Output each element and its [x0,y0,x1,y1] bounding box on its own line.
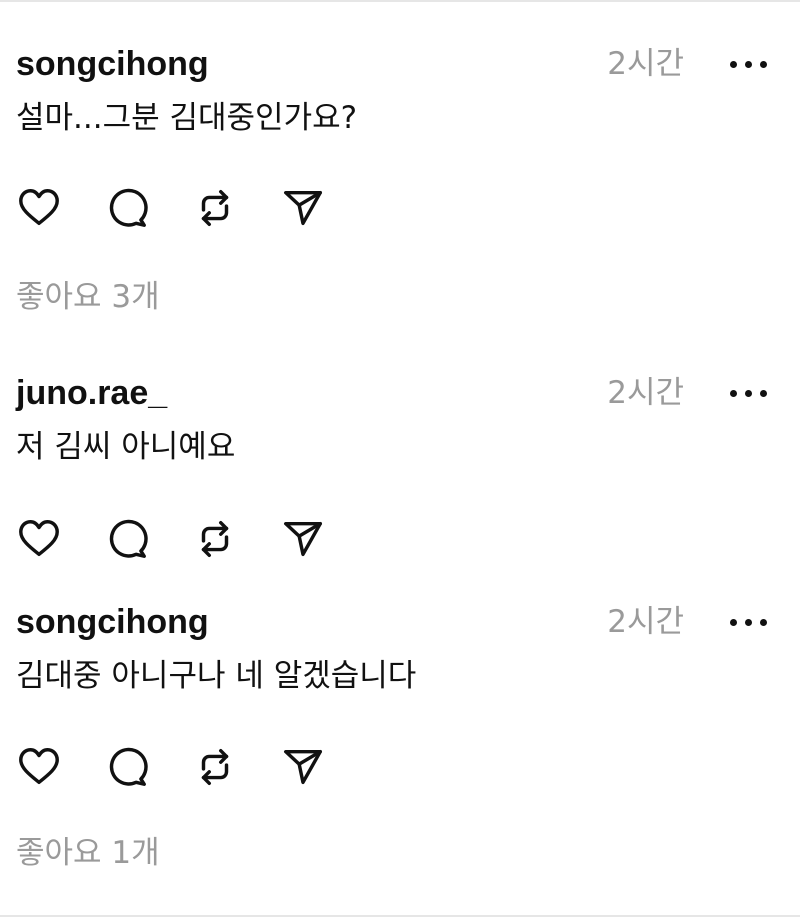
heart-icon[interactable] [14,514,64,564]
comment-timestamp: 2시간 [607,604,684,640]
likes-count[interactable]: 좋아요 3개 [16,277,160,317]
comment-header: songcihong 2시간 [16,44,800,84]
likes-count[interactable]: 좋아요 1개 [16,833,160,873]
comment-username[interactable]: songcihong [16,44,209,84]
comment-timestamp: 2시간 [607,46,684,82]
comment-header: juno.rae_ 2시간 [16,373,800,413]
comment-text: 설마...그분 김대중인가요? [16,100,358,136]
comment-item: songcihong 2시간 설마...그분 김대중인가요? 좋아요 3개 [0,44,800,344]
comment-bubble-icon[interactable] [102,183,152,233]
comment-bubble-icon[interactable] [102,742,152,792]
comment-username[interactable]: songcihong [16,602,209,642]
send-icon[interactable] [278,183,328,233]
heart-icon[interactable] [14,742,64,792]
comment-item: juno.rae_ 2시간 저 김씨 아니예요 [0,373,800,583]
comment-actions [14,742,366,792]
comment-thread: songcihong 2시간 설마...그분 김대중인가요? 좋아요 3개 ju… [0,0,800,917]
repost-icon[interactable] [190,183,240,233]
comment-text: 김대중 아니구나 네 알겠습니다 [16,658,417,694]
comment-item: songcihong 2시간 김대중 아니구나 네 알겠습니다 좋아요 1개 [0,602,800,902]
repost-icon[interactable] [190,742,240,792]
send-icon[interactable] [278,742,328,792]
more-options-icon[interactable] [718,379,778,407]
comment-actions [14,514,366,564]
comment-text: 저 김씨 아니예요 [16,429,236,465]
comment-bubble-icon[interactable] [102,514,152,564]
repost-icon[interactable] [190,514,240,564]
comment-actions [14,183,366,233]
more-options-icon[interactable] [718,50,778,78]
more-options-icon[interactable] [718,608,778,636]
comment-header: songcihong 2시간 [16,602,800,642]
send-icon[interactable] [278,514,328,564]
heart-icon[interactable] [14,183,64,233]
comment-timestamp: 2시간 [607,375,684,411]
comment-username[interactable]: juno.rae_ [16,373,167,413]
